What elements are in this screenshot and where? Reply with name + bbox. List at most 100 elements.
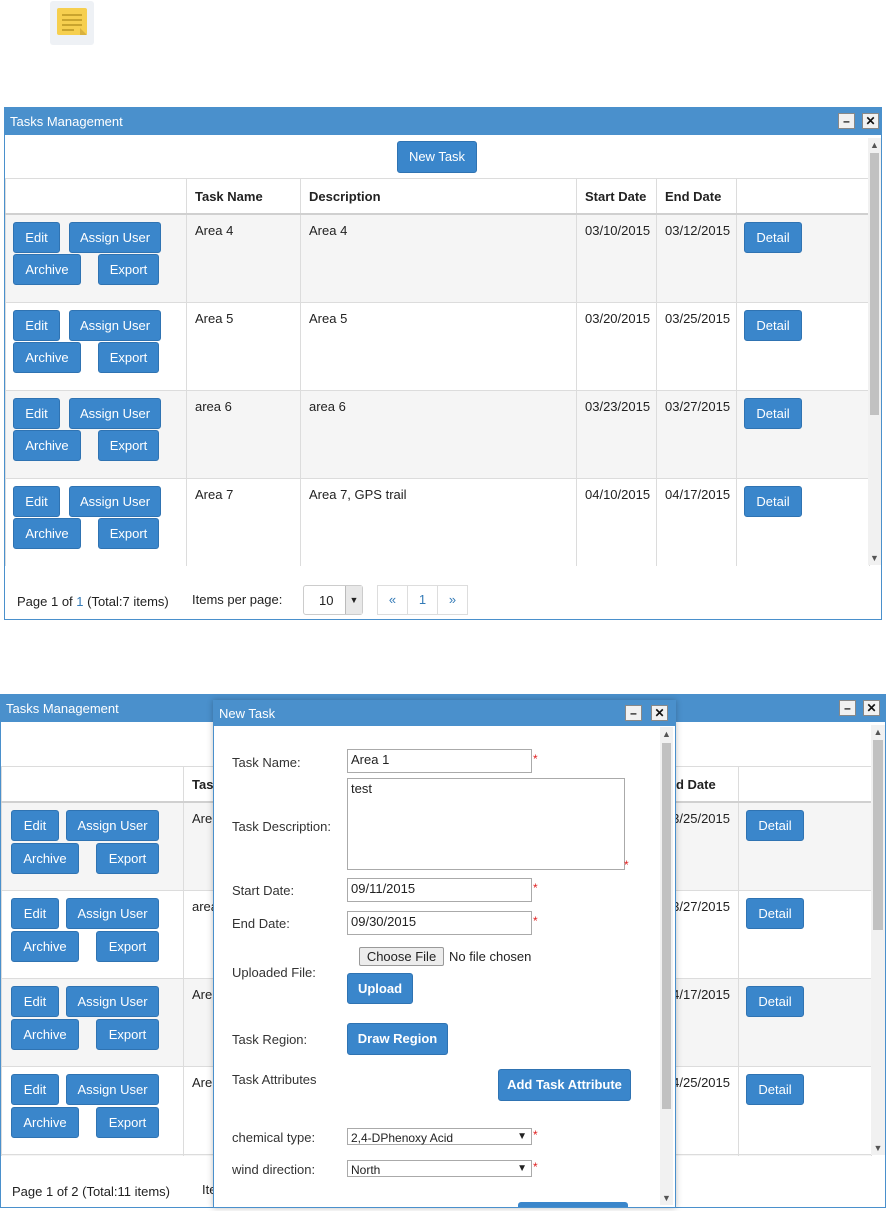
dialog-scrollbar[interactable]: ▲ ▼ [660,727,673,1205]
assign-user-button[interactable]: Assign User [69,222,161,253]
archive-button[interactable]: Archive [11,1107,79,1138]
column-header[interactable]: Task Name [186,178,301,215]
items-per-page-select[interactable]: 10 ▼ [303,585,363,615]
scroll-thumb[interactable] [662,743,671,1109]
edit-button[interactable]: Edit [13,398,60,429]
export-button[interactable]: Export [96,1019,159,1050]
wind-direction-select[interactable]: North ▼ [347,1160,532,1177]
detail-button[interactable]: Detail [746,810,804,841]
archive-button[interactable]: Archive [11,1019,79,1050]
draw-region-button[interactable]: Draw Region [347,1023,448,1055]
actions-header [5,178,187,215]
sticky-note-icon[interactable] [50,1,94,45]
detail-button[interactable]: Detail [746,898,804,929]
table-header: Task Name Description Start Date End Dat… [5,178,870,215]
required-mark: * [624,858,629,872]
vertical-scrollbar[interactable]: ▲ ▼ [871,725,885,1155]
archive-button[interactable]: Archive [13,430,81,461]
archive-button[interactable]: Archive [13,518,81,549]
task-description-textarea[interactable]: test [347,778,625,870]
chemical-type-select[interactable]: 2,4-DPhenoxy Acid ▼ [347,1128,532,1145]
task-name-label: Task Name: [232,755,301,770]
pager-prefix: Page 1 of [17,594,77,609]
end-date-input[interactable]: 09/30/2015 [347,911,532,935]
detail-button[interactable]: Detail [744,310,802,341]
archive-button[interactable]: Archive [11,931,79,962]
archive-button[interactable]: Archive [11,843,79,874]
export-button[interactable]: Export [98,254,159,285]
minimize-button[interactable]: – [625,705,642,721]
choose-file-button[interactable]: Choose File [359,947,444,966]
assign-user-button[interactable]: Assign User [66,1074,159,1105]
assign-user-button[interactable]: Assign User [66,898,159,929]
export-button[interactable]: Export [96,931,159,962]
export-button[interactable]: Export [96,1107,159,1138]
archive-button[interactable]: Archive [13,342,81,373]
close-button[interactable]: ✕ [863,700,880,716]
assign-user-button[interactable]: Assign User [69,398,161,429]
scroll-down-icon[interactable]: ▼ [871,1141,885,1155]
start-date-label: Start Date: [232,883,295,898]
export-button[interactable]: Export [98,430,159,461]
window-title: Tasks Management [10,114,123,129]
task-region-label: Task Region: [232,1032,308,1047]
row-actions: Edit Assign UserArchive Export [5,390,187,479]
end-date-cell: 03/27/2015 [656,390,737,479]
column-header[interactable]: Start Date [576,178,657,215]
page-1-button[interactable]: 1 [407,585,438,615]
add-task-attribute-button[interactable]: Add Task Attribute [498,1069,631,1101]
scroll-up-icon[interactable]: ▲ [868,138,881,152]
column-header[interactable]: End Date [656,178,737,215]
edit-button[interactable]: Edit [13,222,60,253]
edit-button[interactable]: Edit [11,1074,59,1105]
upload-button[interactable]: Upload [347,973,413,1004]
new-task-button[interactable]: New Task [397,141,477,173]
partial-button[interactable] [518,1202,628,1207]
row-actions: Edit Assign UserArchive Export [5,478,187,567]
scroll-up-icon[interactable]: ▲ [660,727,673,741]
page-link[interactable]: 1 [76,594,83,609]
detail-button[interactable]: Detail [744,398,802,429]
prev-page-button[interactable]: « [377,585,408,615]
edit-button[interactable]: Edit [13,486,60,517]
edit-button[interactable]: Edit [13,310,60,341]
export-button[interactable]: Export [96,843,159,874]
caret-down-icon: ▼ [517,1163,527,1174]
minimize-button[interactable]: – [839,700,856,716]
export-button[interactable]: Export [98,518,159,549]
export-button[interactable]: Export [98,342,159,373]
pager: Page 1 of 1 (Total:7 items) Items per pa… [5,566,881,619]
assign-user-button[interactable]: Assign User [69,310,161,341]
detail-cell: Detail [736,390,870,479]
close-button[interactable]: ✕ [862,113,879,129]
column-header[interactable]: Description [300,178,577,215]
edit-button[interactable]: Edit [11,810,59,841]
detail-button[interactable]: Detail [744,486,802,517]
start-date-input[interactable]: 09/11/2015 [347,878,532,902]
table-row: Edit Assign User Archive Export Area 5 Area 5… [5,302,870,391]
scroll-down-icon[interactable]: ▼ [660,1191,673,1205]
task-description-label: Task Description: [232,819,331,834]
row-actions: EditAssign UserArchive Export [1,1066,184,1155]
edit-button[interactable]: Edit [11,986,59,1017]
close-button[interactable]: ✕ [651,705,668,721]
scroll-up-icon[interactable]: ▲ [871,725,885,739]
assign-user-button[interactable]: Assign User [66,810,159,841]
scroll-thumb[interactable] [870,153,879,415]
assign-user-button[interactable]: Assign User [69,486,161,517]
archive-button[interactable]: Archive [13,254,81,285]
detail-button[interactable]: Detail [746,1074,804,1105]
assign-user-button[interactable]: Assign User [66,986,159,1017]
no-file-chosen-text: No file chosen [449,949,532,964]
vertical-scrollbar[interactable]: ▲ ▼ [868,138,881,565]
scroll-thumb[interactable] [873,740,883,930]
detail-cell: Detail [736,213,870,303]
task-name-input[interactable]: Area 1 [347,749,532,773]
minimize-button[interactable]: – [838,113,855,129]
actions-header [1,766,184,803]
scroll-down-icon[interactable]: ▼ [868,551,881,565]
next-page-button[interactable]: » [437,585,468,615]
detail-button[interactable]: Detail [744,222,802,253]
edit-button[interactable]: Edit [11,898,59,929]
detail-button[interactable]: Detail [746,986,804,1017]
